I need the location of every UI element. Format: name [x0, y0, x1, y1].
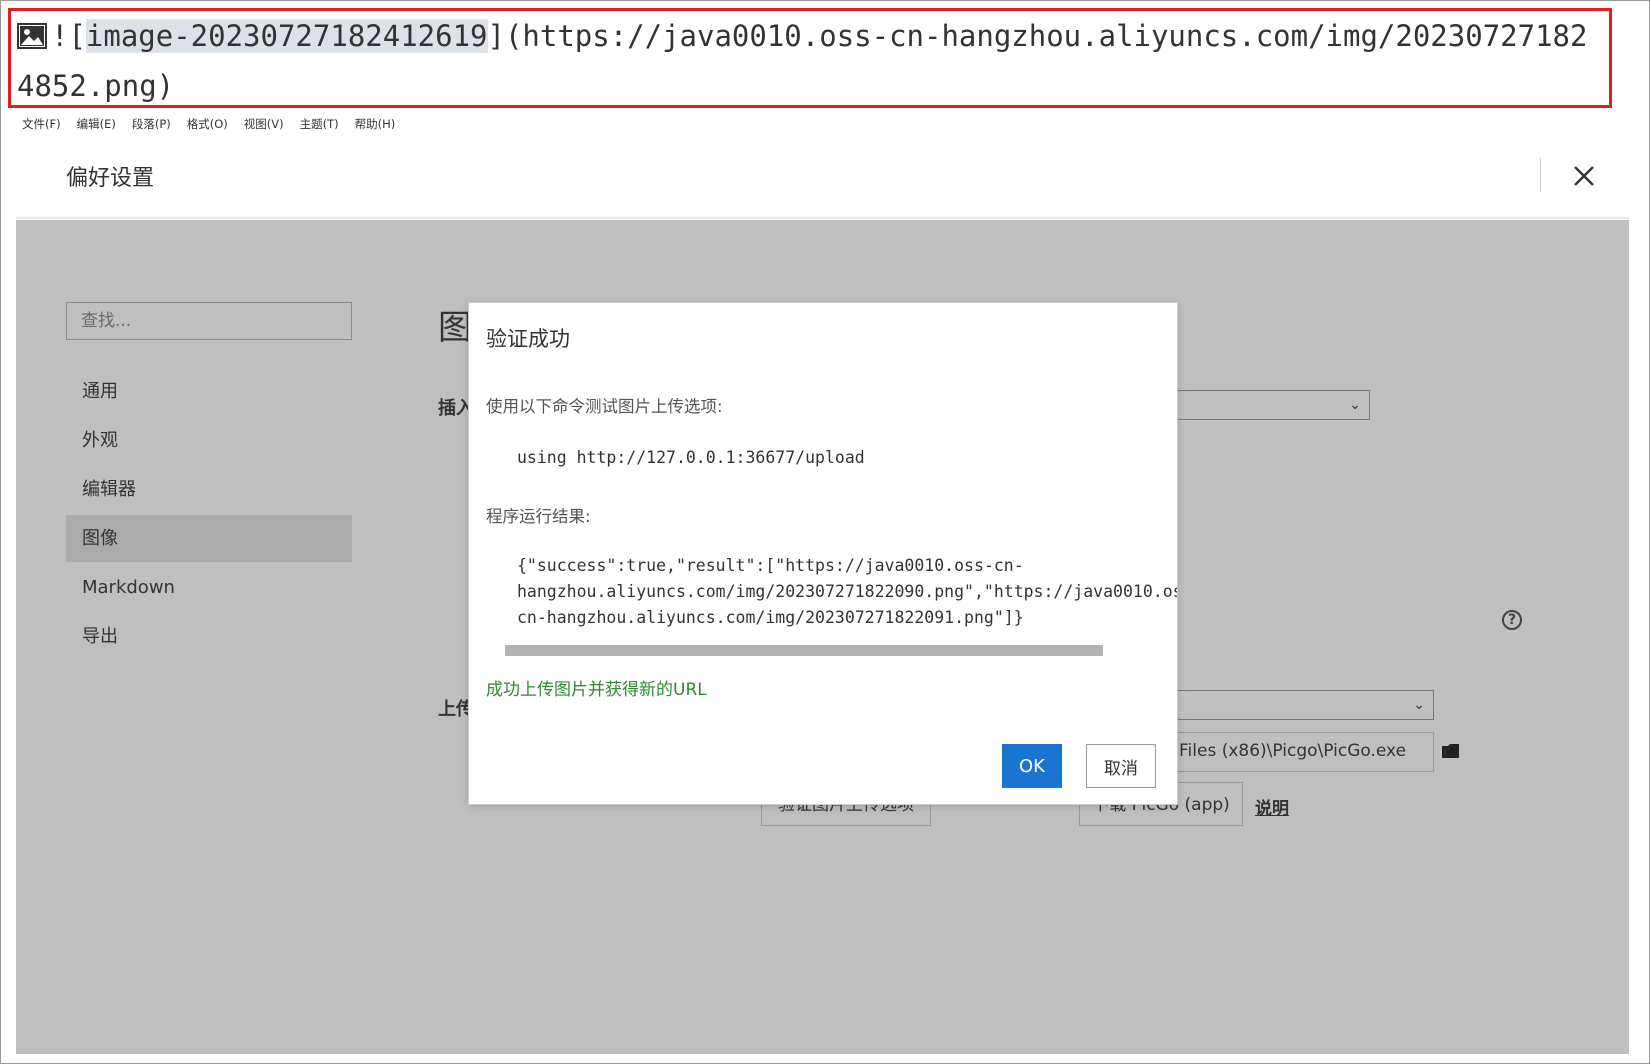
- horizontal-scrollbar[interactable]: [505, 645, 1103, 656]
- menu-edit[interactable]: 编辑(E): [77, 116, 116, 132]
- menu-bar: 文件(F) 编辑(E) 段落(P) 格式(O) 视图(V) 主题(T) 帮助(H…: [22, 116, 411, 132]
- uploader-select[interactable]: ⌄: [1160, 690, 1434, 720]
- menu-view[interactable]: 视图(V): [244, 116, 284, 132]
- result-label: 程序运行结果:: [486, 507, 591, 526]
- image-section-heading: 图: [438, 308, 472, 348]
- menu-format[interactable]: 格式(O): [187, 116, 228, 132]
- help-link[interactable]: 说明: [1255, 794, 1289, 819]
- cancel-button[interactable]: 取消: [1086, 744, 1156, 788]
- result-line: hangzhou.aliyuncs.com/img/20230727182209…: [517, 582, 1177, 601]
- chevron-down-icon: ⌄: [1413, 697, 1425, 713]
- result-line: cn-hangzhou.aliyuncs.com/img/20230727182…: [517, 608, 1024, 627]
- command-label: 使用以下命令测试图片上传选项:: [486, 397, 723, 416]
- nav-item-appearance[interactable]: 外观: [66, 417, 352, 464]
- nav-item-image[interactable]: 图像: [66, 515, 352, 562]
- nav-item-general[interactable]: 通用: [66, 368, 352, 415]
- picgo-path-input[interactable]: Files (x86)\Picgo\PicGo.exe: [1160, 732, 1434, 772]
- markdown-image-line[interactable]: ![image-20230727182412619](https://java0…: [8, 8, 1612, 108]
- result-output[interactable]: {"success":true,"result":["https://java0…: [517, 553, 1177, 631]
- header-rule: [16, 217, 1629, 219]
- menu-paragraph[interactable]: 段落(P): [132, 116, 171, 132]
- preferences-nav: 通用 外观 编辑器 图像 Markdown 导出: [66, 368, 352, 662]
- help-icon[interactable]: ?: [1502, 610, 1522, 630]
- image-icon: [17, 23, 47, 49]
- menu-theme[interactable]: 主题(T): [300, 116, 339, 132]
- nav-item-markdown[interactable]: Markdown: [66, 564, 352, 611]
- result-line: {"success":true,"result":["https://java0…: [517, 556, 1024, 575]
- menu-help[interactable]: 帮助(H): [355, 116, 396, 132]
- success-message: 成功上传图片并获得新的URL: [486, 680, 707, 700]
- nav-item-editor[interactable]: 编辑器: [66, 466, 352, 513]
- insert-image-select[interactable]: ⌄: [1160, 390, 1370, 420]
- chevron-down-icon: ⌄: [1349, 397, 1361, 413]
- verify-success-dialog: 验证成功 使用以下命令测试图片上传选项: using http://127.0.…: [468, 302, 1178, 805]
- close-icon[interactable]: [1568, 160, 1600, 192]
- markdown-prefix: ![: [51, 19, 86, 53]
- folder-icon[interactable]: [1442, 744, 1460, 758]
- ok-button[interactable]: OK: [1002, 744, 1062, 788]
- markdown-alt-text[interactable]: image-20230727182412619: [85, 19, 488, 53]
- preferences-search-input[interactable]: [66, 302, 352, 340]
- dialog-title: 验证成功: [486, 327, 570, 351]
- nav-item-export[interactable]: 导出: [66, 613, 352, 660]
- command-text: using http://127.0.0.1:36677/upload: [517, 448, 865, 467]
- preferences-title: 偏好设置: [66, 166, 155, 191]
- menu-file[interactable]: 文件(F): [22, 116, 61, 132]
- header-divider: [1540, 158, 1541, 192]
